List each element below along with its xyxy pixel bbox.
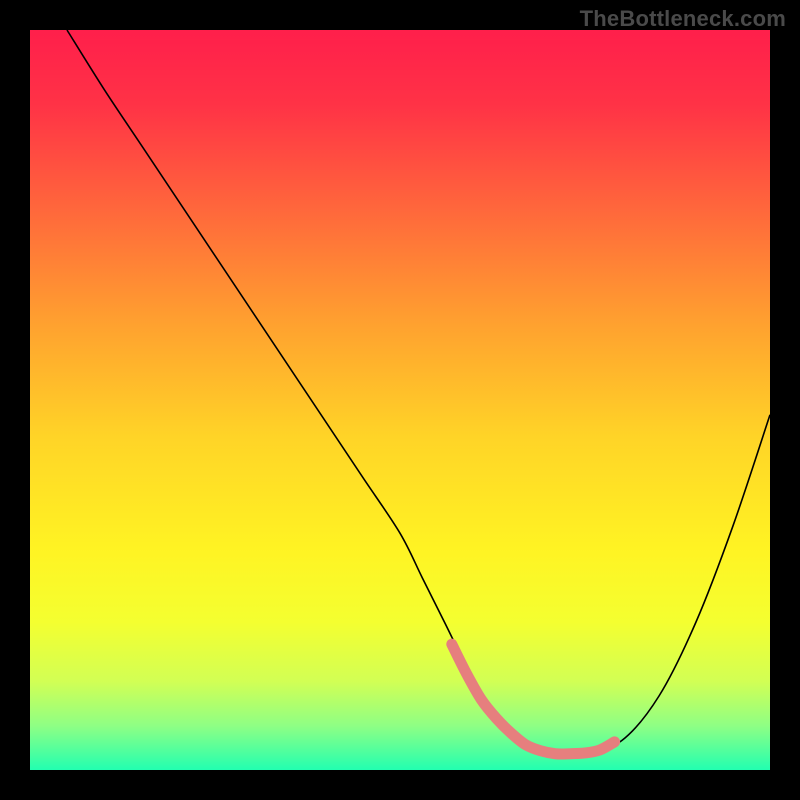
bottleneck-curve [67, 30, 770, 755]
chart-container: TheBottleneck.com [0, 0, 800, 800]
optimal-region [452, 644, 615, 754]
chart-svg [30, 30, 770, 770]
attribution-text: TheBottleneck.com [580, 6, 786, 32]
plot-area [30, 30, 770, 770]
